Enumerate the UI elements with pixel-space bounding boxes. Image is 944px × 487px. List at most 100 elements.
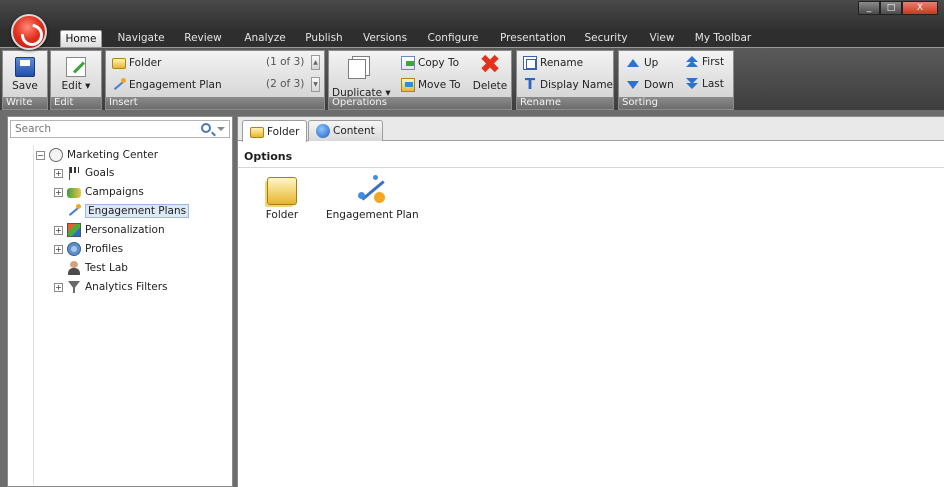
expand-toggle[interactable]: + xyxy=(54,187,63,197)
option-engagement-plan[interactable]: Engagement Plan xyxy=(326,175,419,221)
insert-engagement-plan-button[interactable]: Engagement Plan xyxy=(112,78,222,92)
collapse-toggle[interactable]: − xyxy=(36,150,45,160)
tree-item-label: Campaigns xyxy=(85,186,144,198)
copy-to-button[interactable]: Copy To xyxy=(401,56,459,70)
minimize-button[interactable]: _ xyxy=(858,1,880,15)
marketing-center-icon xyxy=(49,148,63,162)
content-tree-panel: − Marketing Center + Goals + Campaigns E… xyxy=(7,116,233,487)
tree-item-campaigns[interactable]: + Campaigns xyxy=(54,183,144,201)
tab-versions[interactable]: Versions xyxy=(360,30,410,47)
duplicate-icon xyxy=(348,59,366,79)
tree-item-profiles[interactable]: + Profiles xyxy=(54,240,123,258)
save-icon xyxy=(15,57,35,77)
tab-home[interactable]: Home xyxy=(60,30,102,47)
search-box xyxy=(10,120,230,138)
maximize-button[interactable]: □ xyxy=(880,1,902,15)
tab-view[interactable]: View xyxy=(644,30,680,47)
options-divider xyxy=(238,167,944,168)
personalization-icon xyxy=(67,223,81,237)
tab-configure[interactable]: Configure xyxy=(424,30,482,47)
folder-icon xyxy=(267,177,297,205)
search-options-dropdown[interactable] xyxy=(217,127,225,131)
folder-icon xyxy=(250,127,264,138)
flag-icon xyxy=(67,166,81,180)
expand-toggle[interactable]: + xyxy=(54,282,63,292)
insert-folder-count: (1 of 3) xyxy=(266,56,305,68)
insert-folder-button[interactable]: Folder xyxy=(112,56,161,69)
rename-button[interactable]: Rename xyxy=(523,56,583,70)
edit-label: Edit ▾ xyxy=(61,80,91,92)
copy-to-label: Copy To xyxy=(418,57,460,69)
expand-toggle[interactable]: + xyxy=(54,168,63,178)
save-button[interactable]: Save xyxy=(6,57,44,92)
sort-up-label: Up xyxy=(644,57,659,69)
sort-down-button[interactable]: Down xyxy=(627,79,674,91)
tab-security[interactable]: Security xyxy=(582,30,630,47)
display-name-button[interactable]: T Display Name xyxy=(523,75,613,93)
tab-analyze[interactable]: Analyze xyxy=(240,30,290,47)
sorting-group-label: Sorting xyxy=(619,97,733,109)
scroll-up-button[interactable]: ▲ xyxy=(311,55,320,70)
tree-item-label: Analytics Filters xyxy=(85,281,168,293)
test-lab-icon xyxy=(67,261,81,275)
tree-item-engagement-plans[interactable]: Engagement Plans xyxy=(67,202,190,220)
application-menu-button[interactable] xyxy=(11,14,47,50)
move-to-button[interactable]: Move To xyxy=(401,78,461,92)
tab-content-label: Content xyxy=(333,125,375,137)
engagement-plan-icon xyxy=(356,175,388,205)
edit-icon xyxy=(66,57,86,77)
tab-my-toolbar[interactable]: My Toolbar xyxy=(690,30,756,47)
delete-label: Delete xyxy=(472,80,508,92)
save-label: Save xyxy=(12,80,38,92)
write-group: Save Write xyxy=(2,50,48,110)
tab-content[interactable]: Content xyxy=(308,120,383,141)
engagement-plan-icon xyxy=(112,78,126,92)
sort-last-button[interactable]: Last xyxy=(685,78,724,90)
operations-group: Duplicate ▾ Copy To Move To ✖ Delete Ope… xyxy=(328,50,512,110)
insert-group: Folder (1 of 3) Engagement Plan (2 of 3)… xyxy=(105,50,325,110)
editor-panel: Folder Content Options Folder Engagement… xyxy=(237,116,944,487)
option-folder[interactable]: Folder xyxy=(258,177,306,221)
tree-item-label: Marketing Center xyxy=(67,149,159,161)
delete-icon: ✖ xyxy=(479,50,501,80)
tab-publish[interactable]: Publish xyxy=(302,30,346,47)
tab-folder-label: Folder xyxy=(267,125,300,138)
copy-to-icon xyxy=(401,56,415,70)
tree-item-label: Test Lab xyxy=(85,262,128,274)
tree-item-label: Personalization xyxy=(85,224,165,236)
sort-first-button[interactable]: First xyxy=(685,56,724,68)
sort-down-label: Down xyxy=(644,79,674,91)
tab-navigate[interactable]: Navigate xyxy=(112,30,170,47)
duplicate-button[interactable]: Duplicate ▾ xyxy=(332,55,391,99)
expand-toggle[interactable]: + xyxy=(54,225,63,235)
tab-folder[interactable]: Folder xyxy=(242,120,308,142)
tree-item-personalization[interactable]: + Personalization xyxy=(54,221,165,239)
tree-item-analytics-filters[interactable]: + Analytics Filters xyxy=(54,278,168,296)
tree-guide-line xyxy=(33,145,34,485)
tree-item-label: Profiles xyxy=(85,243,124,255)
tree-item-test-lab[interactable]: Test Lab xyxy=(67,259,128,277)
profiles-icon xyxy=(67,242,81,256)
display-name-icon: T xyxy=(524,75,536,93)
tree-item-label: Goals xyxy=(85,167,115,179)
edit-button[interactable]: Edit ▾ xyxy=(55,57,97,92)
scroll-down-button[interactable]: ▼ xyxy=(311,77,320,92)
insert-group-label: Insert xyxy=(106,97,324,109)
close-button[interactable]: X xyxy=(902,1,938,15)
tab-review[interactable]: Review xyxy=(180,30,226,47)
tree-item-label: Engagement Plans xyxy=(85,204,190,218)
engagement-plan-icon xyxy=(67,204,81,218)
sort-up-button[interactable]: Up xyxy=(627,57,658,69)
expand-toggle[interactable]: + xyxy=(54,244,63,254)
tree-item-marketing-center[interactable]: − Marketing Center xyxy=(36,146,158,164)
ribbon-tab-strip: Home Navigate Review Analyze Publish Ver… xyxy=(0,30,944,47)
search-icon[interactable] xyxy=(201,123,211,133)
filter-icon xyxy=(67,280,81,294)
sorting-group: Up Down First Last Sorting xyxy=(618,50,734,110)
tree-item-goals[interactable]: + Goals xyxy=(54,164,114,182)
tab-presentation[interactable]: Presentation xyxy=(496,30,570,47)
search-input[interactable] xyxy=(11,121,181,137)
delete-button[interactable]: ✖ Delete xyxy=(471,50,509,92)
rename-group: Rename T Display Name Rename xyxy=(516,50,614,110)
content-icon xyxy=(316,124,330,138)
